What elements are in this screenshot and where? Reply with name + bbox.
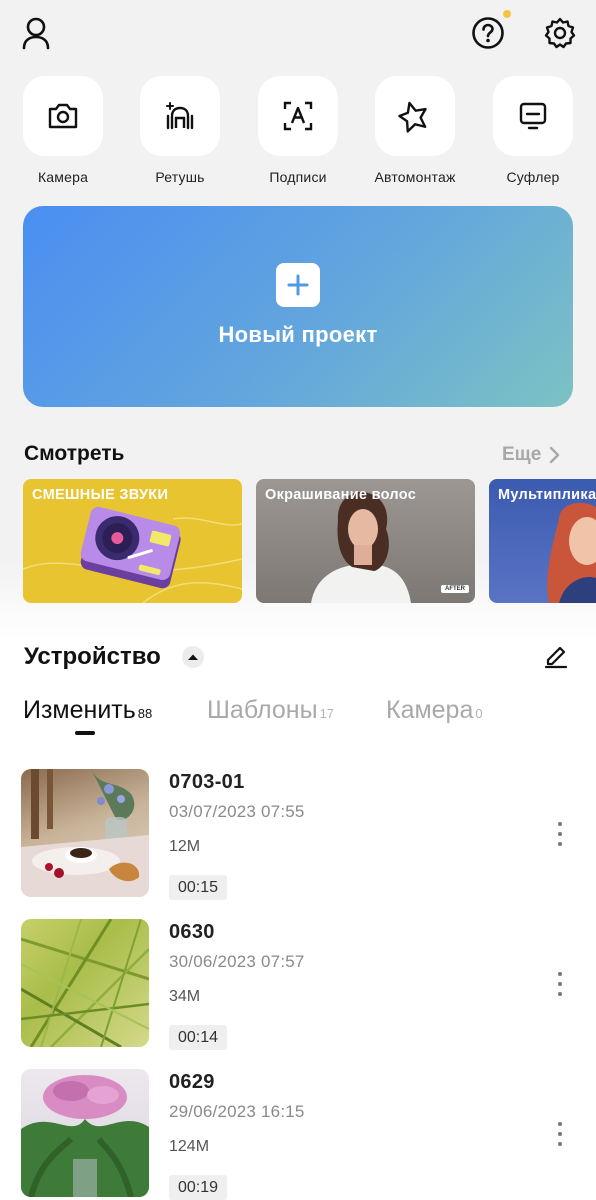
- project-size: 34M: [169, 988, 201, 1005]
- watch-card-hair-coloring[interactable]: Окрашивание волос AFTER: [256, 479, 475, 603]
- settings-icon[interactable]: [542, 15, 578, 51]
- project-duration: 00:14: [169, 1025, 228, 1050]
- project-size: 12M: [169, 838, 201, 855]
- tool-label: Камера: [37, 169, 89, 185]
- project-date: 30/06/2023 07:57: [169, 952, 305, 971]
- caret-up-icon[interactable]: [182, 646, 204, 668]
- more-vertical-icon[interactable]: [548, 1119, 572, 1149]
- tool-label: Автомонтаж: [374, 169, 456, 185]
- tool-captions[interactable]: Подписи: [248, 76, 348, 186]
- card-label: Мультипликация: [498, 487, 596, 503]
- captions-icon[interactable]: [258, 76, 338, 156]
- project-date: 29/06/2023 16:15: [169, 1102, 305, 1121]
- active-tab-indicator: [75, 731, 95, 735]
- watch-card-funny-sounds[interactable]: СМЕШНЫЕ ЗВУКИ: [23, 479, 242, 603]
- device-tabs: Изменить 88 Шаблоны 17 Камера 0: [0, 696, 596, 736]
- sparkle-star-icon[interactable]: [375, 76, 455, 156]
- project-thumbnail[interactable]: [21, 919, 149, 1047]
- tool-automontage[interactable]: Автомонтаж: [365, 76, 465, 186]
- project-date: 03/07/2023 07:55: [169, 802, 305, 821]
- tool-teleprompter[interactable]: Суфлер: [483, 76, 583, 186]
- project-duration: 00:15: [169, 875, 228, 900]
- project-name: 0629: [169, 1071, 215, 1093]
- top-bar: [0, 0, 596, 70]
- profile-icon[interactable]: [18, 15, 54, 51]
- project-item[interactable]: 0703-01 03/07/2023 07:55 12M 00:15: [0, 769, 596, 900]
- help-badge-dot: [503, 10, 511, 18]
- card-label: СМЕШНЫЕ ЗВУКИ: [32, 487, 169, 503]
- teleprompter-icon[interactable]: [493, 76, 573, 156]
- tools-row: Камера Ретушь Подписи Автомонтаж Суфлер: [0, 76, 596, 206]
- tab-label: Шаблоны: [207, 696, 318, 724]
- tool-label: Суфлер: [506, 169, 560, 185]
- tab-count: 88: [137, 706, 153, 721]
- card-label: Окрашивание волос: [265, 487, 417, 503]
- tab-edit[interactable]: Изменить 88: [23, 696, 152, 725]
- new-project-button[interactable]: Новый проект: [23, 206, 573, 407]
- device-section-title: Устройство: [24, 643, 161, 670]
- project-item[interactable]: 0629 29/06/2023 16:15 124M 00:19: [0, 1069, 596, 1200]
- tab-count: 17: [319, 706, 335, 721]
- after-tag: AFTER: [441, 585, 469, 593]
- tool-camera[interactable]: Камера: [13, 76, 113, 186]
- tool-label: Ретушь: [155, 169, 205, 185]
- camera-icon[interactable]: [23, 76, 103, 156]
- help-icon[interactable]: [470, 15, 506, 51]
- tab-camera[interactable]: Камера 0: [386, 696, 483, 725]
- plus-icon: [276, 263, 320, 307]
- tool-retouch[interactable]: Ретушь: [130, 76, 230, 186]
- more-vertical-icon[interactable]: [548, 819, 572, 849]
- tab-count: 0: [475, 706, 483, 721]
- new-project-label: Новый проект: [218, 322, 378, 347]
- tool-label: Подписи: [269, 169, 327, 185]
- tab-label: Камера: [386, 696, 474, 724]
- more-vertical-icon[interactable]: [548, 969, 572, 999]
- project-thumbnail[interactable]: [21, 1069, 149, 1197]
- project-duration: 00:19: [169, 1175, 228, 1200]
- retouch-icon[interactable]: [140, 76, 220, 156]
- watch-more-link[interactable]: Еще: [502, 444, 561, 466]
- edit-pencil-icon[interactable]: [542, 641, 570, 669]
- project-name: 0630: [169, 921, 215, 943]
- watch-cards: СМЕШНЫЕ ЗВУКИ Окрашивание волос AFTER Му…: [23, 479, 596, 603]
- tab-label: Изменить: [23, 696, 136, 724]
- project-name: 0703-01: [169, 771, 245, 793]
- project-item[interactable]: 0630 30/06/2023 07:57 34M 00:14: [0, 919, 596, 1050]
- project-size: 124M: [169, 1138, 210, 1155]
- project-thumbnail[interactable]: [21, 769, 149, 897]
- watch-section-title: Смотреть: [24, 442, 125, 465]
- watch-card-animation[interactable]: Мультипликация: [489, 479, 596, 603]
- chevron-right-icon: [550, 446, 560, 464]
- more-label: Еще: [502, 444, 542, 465]
- tab-templates[interactable]: Шаблоны 17: [207, 696, 334, 725]
